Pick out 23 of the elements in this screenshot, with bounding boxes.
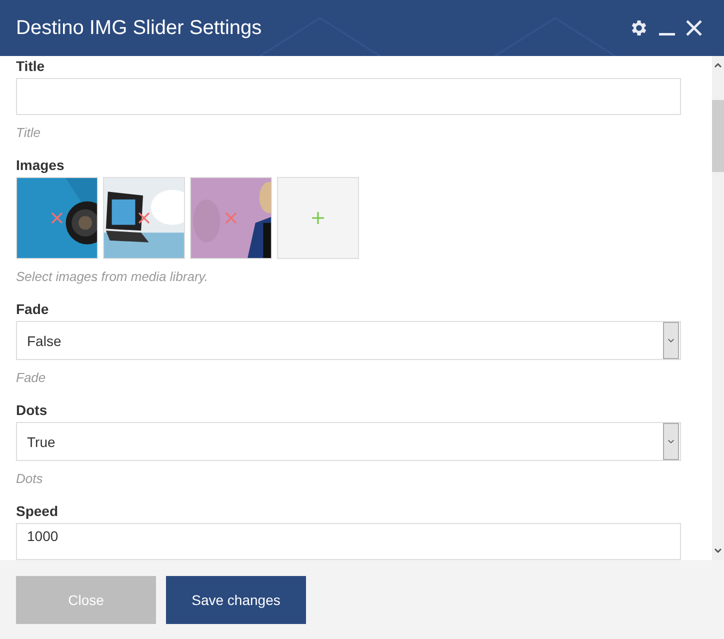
scrollbar[interactable] [712, 56, 724, 560]
plus-icon [312, 212, 324, 224]
help-text: Title [16, 125, 42, 140]
select-field[interactable]: False [16, 321, 681, 360]
caret-icon [663, 423, 679, 460]
help-text: Select images from media library. [16, 269, 209, 284]
help-text: Dots [16, 471, 44, 486]
text-field[interactable] [16, 78, 681, 115]
field-label: Fade [16, 301, 50, 317]
save-button[interactable]: Save changes [166, 576, 306, 624]
window-title: Destino IMG Slider Settings [16, 16, 262, 40]
field-label: Title [16, 58, 46, 74]
field-label: Images [16, 157, 66, 173]
select-field[interactable]: True [16, 422, 681, 461]
remove-icon[interactable] [138, 212, 150, 224]
scroll-down-icon[interactable] [713, 546, 723, 556]
scroll-up-icon[interactable] [713, 60, 723, 70]
field-label: Speed [16, 503, 60, 519]
field-label: Dots [16, 402, 48, 418]
text-field[interactable]: 1000 [16, 523, 681, 560]
help-text: Fade [16, 370, 47, 385]
scrollbar-thumb[interactable] [712, 100, 724, 172]
caret-icon [663, 322, 679, 359]
